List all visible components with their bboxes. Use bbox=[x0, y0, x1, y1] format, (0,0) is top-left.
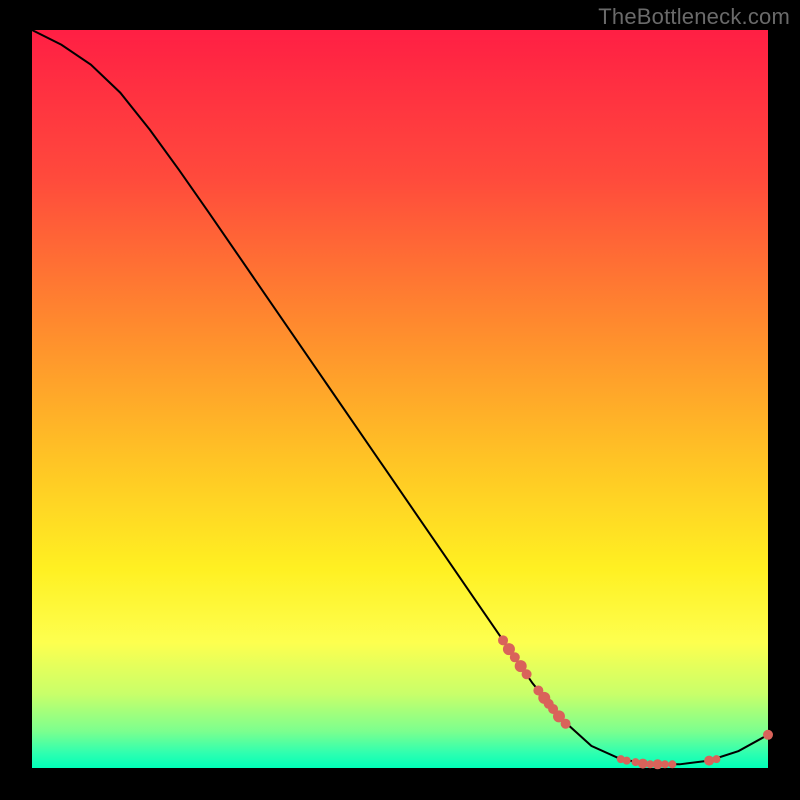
data-point bbox=[668, 760, 676, 768]
data-point bbox=[763, 730, 773, 740]
chart-container: TheBottleneck.com bbox=[0, 0, 800, 800]
data-point bbox=[661, 760, 669, 768]
data-point bbox=[623, 757, 631, 765]
data-point bbox=[704, 756, 714, 766]
bottleneck-chart bbox=[0, 0, 800, 800]
data-point bbox=[712, 755, 720, 763]
plot-background bbox=[32, 30, 768, 768]
watermark-text: TheBottleneck.com bbox=[598, 4, 790, 30]
data-point bbox=[522, 669, 532, 679]
data-point bbox=[561, 719, 571, 729]
